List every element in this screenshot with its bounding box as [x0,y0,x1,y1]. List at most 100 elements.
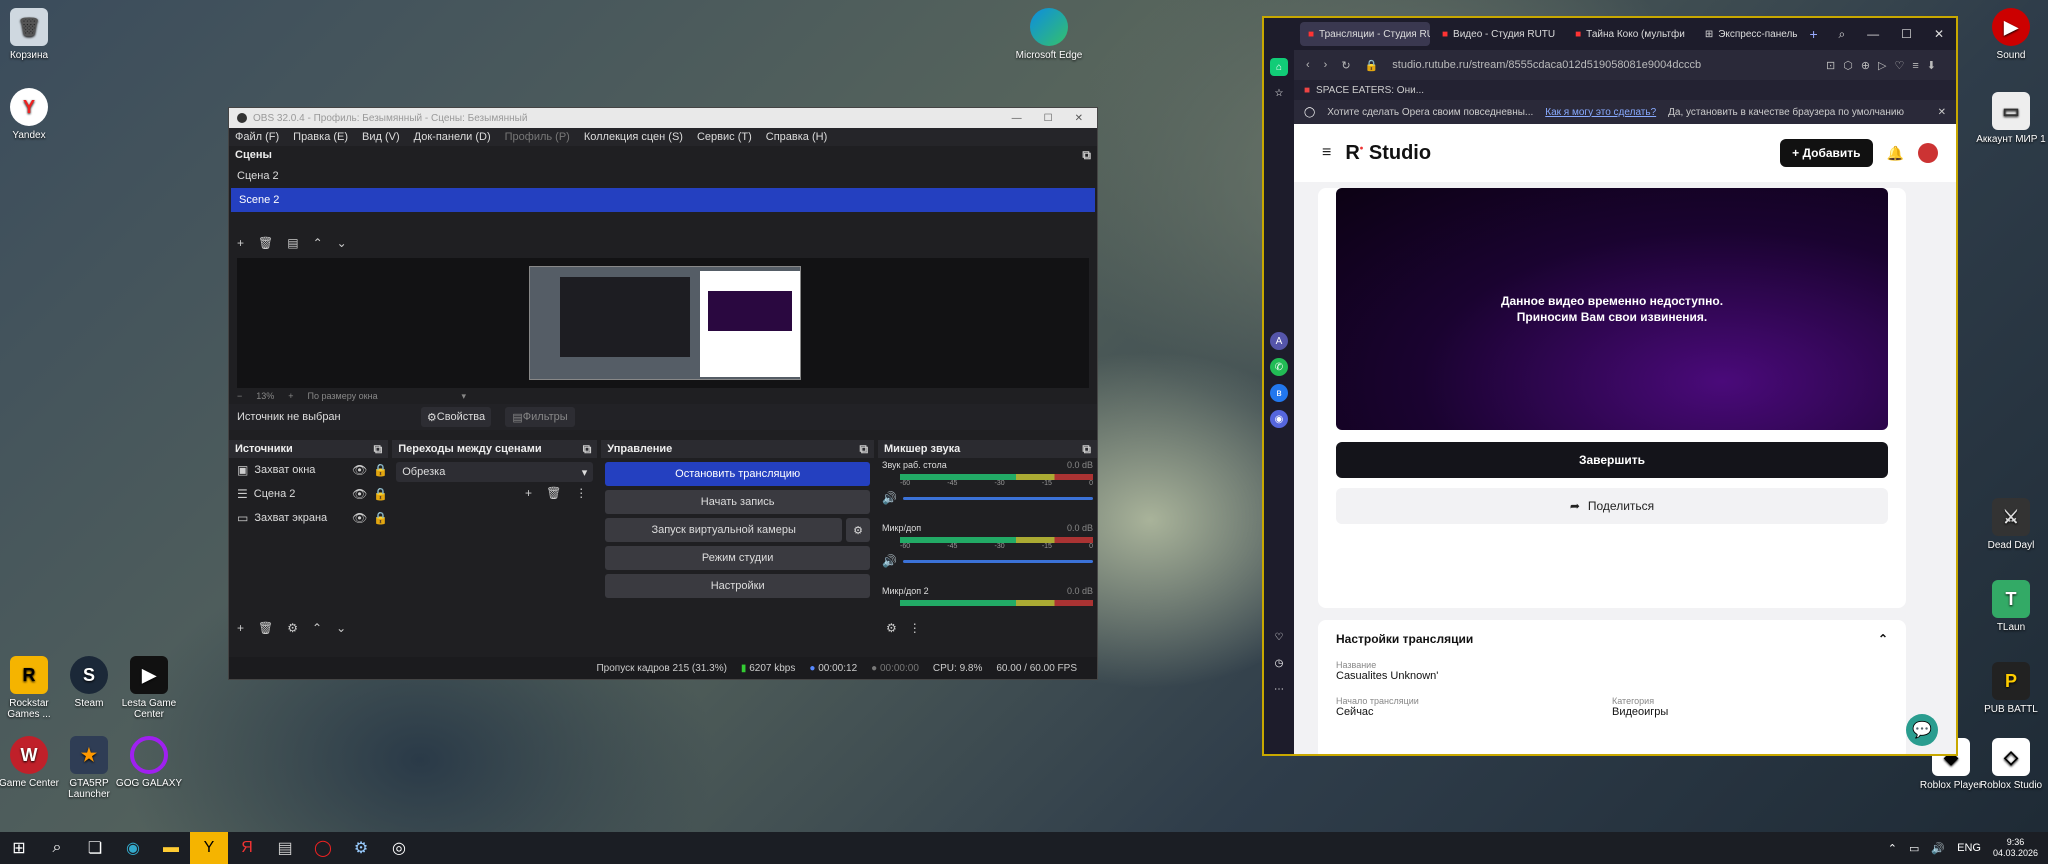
desktop-icon-pubg[interactable]: P PUB BATTL [1976,662,2046,715]
start-icon[interactable]: ⊞ [0,832,38,864]
aria-icon[interactable]: A [1270,332,1288,350]
gear-icon[interactable]: ⚙ [287,621,298,635]
finish-button[interactable]: Завершить [1336,442,1888,478]
desktop-icon-tlauncher[interactable]: T TLaun [1976,580,2046,633]
clock[interactable]: 9:36 04.03.2026 [1993,837,2038,859]
source-item[interactable]: ▭ Захват экрана 👁 🔒 [229,506,388,530]
down-icon[interactable]: ⌄ [337,236,347,250]
desktop-icon-gog[interactable]: GOG GALAXY [114,736,184,789]
more-icon[interactable]: ⋮ [575,486,587,500]
share-button[interactable]: ➦ Поделиться [1336,488,1888,524]
tab-rutube-video[interactable]: ■ Видео - Студия RUTU [1434,22,1563,46]
menu-tools[interactable]: Сервис (T) [697,131,752,143]
add-button[interactable]: + Добавить [1780,139,1873,167]
scene-item[interactable]: Сцена 2 [229,164,1097,188]
settings-button[interactable]: Настройки [605,574,871,598]
toolbar-icons[interactable]: ⊡⬡⊕▷♡≡⬇ [1826,59,1956,72]
whatsapp-icon[interactable]: ✆ [1270,358,1288,376]
tab-speed-dial[interactable]: ⊞ Экспресс-панель [1697,22,1806,46]
back-icon[interactable]: ‹ [1306,59,1310,71]
home-icon[interactable]: ⌂ [1270,58,1288,76]
app-taskbar-icon[interactable]: ▤ [266,832,304,864]
menu-help[interactable]: Справка (H) [766,131,827,143]
search-icon[interactable]: ⌕ [1838,27,1845,42]
source-item[interactable]: ☰ Сцена 2 👁 🔒 [229,482,388,506]
desktop-icon-roblox-studio[interactable]: ◇ Roblox Studio [1976,738,2046,791]
opera-taskbar-icon[interactable]: ◯ [304,832,342,864]
desktop-icon-yandex[interactable]: Y Yandex [0,88,64,141]
filters-button[interactable]: ▤ Фильтры [505,407,575,427]
discord-icon[interactable]: ◉ [1270,410,1288,428]
menu-view[interactable]: Вид (V) [362,131,400,143]
up-icon[interactable]: ⌃ [312,621,322,635]
up-icon[interactable]: ⌃ [313,236,323,250]
properties-button[interactable]: ⚙ Свойства [421,407,491,427]
tab-rutube-streams[interactable]: ■ Трансляции - Студия RU [1300,22,1430,46]
more-icon[interactable]: ⋯ [1270,680,1288,698]
set-default-button[interactable]: Да, установить в качестве браузера по ум… [1668,107,1904,118]
minimize-icon[interactable]: — [1012,113,1022,124]
volume-slider[interactable] [902,559,1093,563]
menu-file[interactable]: Файл (F) [235,131,279,143]
edge-taskbar-icon[interactable]: ◉ [114,832,152,864]
virtual-camera-settings-icon[interactable]: ⚙ [846,518,871,542]
chat-support-icon[interactable]: 💬 [1906,714,1938,746]
scene-item-selected[interactable]: Scene 2 [231,188,1095,212]
virtual-camera-button[interactable]: Запуск виртуальной камеры [605,518,843,542]
trash-icon[interactable]: 🗑 [258,236,273,250]
lock-icon[interactable]: 🔒 [373,511,388,525]
more-icon[interactable]: ⋮ [909,621,921,635]
chevron-down-icon[interactable]: ▾ [462,391,467,402]
start-recording-button[interactable]: Начать запись [605,490,871,514]
obs-taskbar-icon[interactable]: ◎ [380,832,418,864]
menu-scene-collection[interactable]: Коллекция сцен (S) [584,131,683,143]
transition-select[interactable]: Обрезка ▾ [396,462,594,482]
close-notice-icon[interactable]: ✕ [1938,107,1946,118]
dock-float-icon[interactable]: ⧉ [1082,148,1091,163]
new-tab-icon[interactable]: + [1810,26,1818,42]
category-value[interactable]: Видеоигры [1612,706,1668,718]
close-icon[interactable]: ✕ [1075,113,1083,124]
menu-profile[interactable]: Профиль (P) [505,131,570,143]
down-icon[interactable]: ⌄ [336,621,346,635]
lock-icon[interactable]: 🔒 [373,487,388,501]
gear-icon[interactable]: ⚙ [886,621,897,635]
tab-cartoon[interactable]: ■ Тайна Коко (мультфи [1567,22,1693,46]
maximize-icon[interactable]: ☐ [1044,113,1053,124]
url-field[interactable]: studio.rutube.ru/stream/8555cdaca012d519… [1392,59,1812,71]
desktop-icon-edge[interactable]: Microsoft Edge [1014,8,1084,61]
trash-icon[interactable]: 🗑 [258,621,273,635]
menu-docks[interactable]: Док-панели (D) [414,131,491,143]
forward-icon[interactable]: › [1324,59,1328,71]
vk-icon[interactable]: в [1270,384,1288,402]
notice-link[interactable]: Как я могу это сделать? [1545,107,1656,118]
search-icon[interactable]: ⌕ [38,832,76,864]
preview-area[interactable] [237,258,1089,388]
add-icon[interactable]: + [525,486,532,500]
trash-icon[interactable]: 🗑 [546,486,561,500]
heart-icon[interactable]: ♡ [1270,628,1288,646]
add-icon[interactable]: + [237,621,244,635]
desktop-icon-account[interactable]: ▭ Аккаунт МИР 1 [1976,92,2046,145]
desktop-icon-recycle-bin[interactable]: 🗑 Корзина [0,8,64,61]
speaker-icon[interactable]: 🔊 [882,554,897,568]
volume-slider[interactable] [902,496,1093,500]
menu-edit[interactable]: Правка (E) [293,131,348,143]
add-icon[interactable]: + [237,236,244,250]
explorer-icon[interactable]: ▬ [152,832,190,864]
bookmark-item[interactable]: SPACE EATERS: Они... [1316,85,1424,96]
eye-icon[interactable]: 👁 [352,487,367,501]
task-view-icon[interactable]: ❏ [76,832,114,864]
source-item[interactable]: ▣ Захват окна 👁 🔒 [229,458,388,482]
bell-icon[interactable]: 🔔 [1887,145,1904,162]
history-icon[interactable]: ◷ [1270,654,1288,672]
minimize-icon[interactable]: — [1867,27,1879,42]
maximize-icon[interactable]: ☐ [1901,27,1912,42]
language-indicator[interactable]: ENG [1957,842,1981,854]
studio-logo[interactable]: R• Studio [1345,142,1431,165]
hamburger-icon[interactable]: ≡ [1322,144,1331,162]
studio-mode-button[interactable]: Режим студии [605,546,871,570]
yandex-taskbar-icon[interactable]: Y [190,832,228,864]
volume-icon[interactable]: 🔊 [1931,842,1945,855]
eye-icon[interactable]: 👁 [352,463,367,477]
